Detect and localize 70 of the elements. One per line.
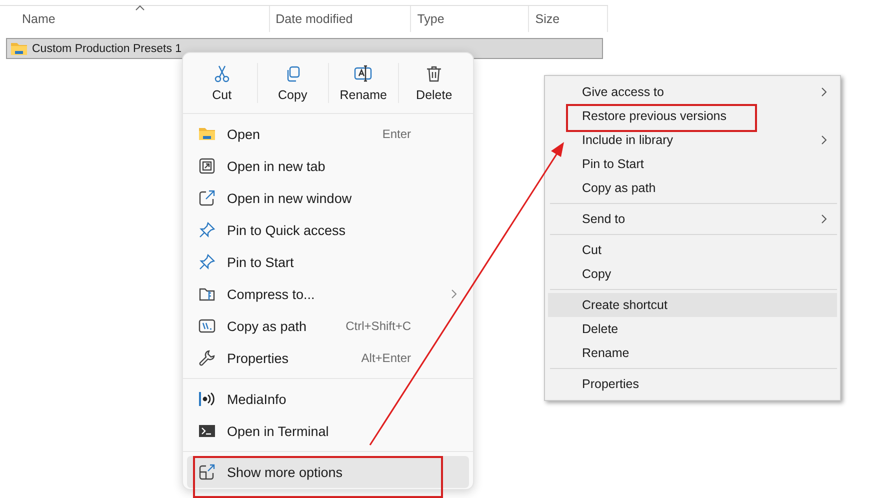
menu-item[interactable]: Open Enter [187,118,469,150]
wrench-icon [197,349,217,367]
menu-item-label: Copy as path [582,181,657,195]
menu-item-label: Include in library [582,133,674,147]
menu-item[interactable]: Cut [548,238,837,262]
menu-item[interactable]: Give access to [548,80,837,104]
menu-item-label: Properties [227,350,290,366]
menu-item-label: Pin to Start [582,157,645,171]
menu-item-label: Create shortcut [582,298,668,312]
pin-icon [197,253,217,271]
shortcut-label: Ctrl+Shift+C [346,319,411,333]
menu-item[interactable]: Compress to... [187,278,469,310]
menu-item-label: Restore previous versions [582,109,728,123]
delete-button[interactable]: Delete [399,63,469,103]
menu-item-label: Give access to [582,85,665,99]
menu-item[interactable]: Show more options [187,456,469,488]
menu-item-label: Rename [582,346,630,360]
menu-item[interactable]: Open in Terminal [187,415,469,447]
copy-path-icon [197,317,217,335]
menu-item[interactable]: Rename [548,341,837,365]
menu-item-label: Delete [582,322,620,336]
terminal-icon [197,423,217,439]
menu-item[interactable]: Properties Alt+Enter [187,342,469,374]
menu-item[interactable]: Copy [548,262,837,286]
new-window-icon [197,189,217,207]
menu-item-label: Open [227,126,262,142]
rename-icon [353,64,374,84]
menu-item-label: Cut [582,243,602,257]
menu-item[interactable]: Include in library [548,128,837,152]
menu-item-label: Properties [582,377,640,391]
shortcut-label: Enter [382,127,411,141]
file-name: Custom Production Presets 1 [32,42,182,54]
menu-item[interactable]: Copy as path Ctrl+Shift+C [187,310,469,342]
column-header[interactable]: Type [411,6,530,32]
menu-item-label: Open in new window [227,190,353,206]
menu-item[interactable]: Copy as path [548,176,837,200]
column-header[interactable]: Size [529,6,608,32]
menu-item-label: Send to [582,212,626,226]
menu-item[interactable]: Send to [548,207,837,231]
column-header[interactable]: Date modified [270,6,412,32]
menu-item[interactable]: Pin to Quick access [187,214,469,246]
rename-button[interactable]: Rename [328,63,400,103]
menu-item-label: Open in new tab [227,158,326,174]
menu-item-label: Compress to... [227,286,316,302]
menu-item[interactable]: Pin to Start [187,246,469,278]
media-icon [197,390,217,408]
pin-icon [197,221,217,239]
menu-item-label: Open in Terminal [227,424,330,438]
menu-item[interactable]: Create shortcut [548,293,837,317]
expand-icon [197,463,217,481]
cut-button[interactable]: Cut [187,63,258,103]
menu-item[interactable]: Open in new window [187,182,469,214]
menu-item[interactable]: Open in new tab [187,150,469,182]
menu-item-label: Show more options [227,464,344,480]
menu-item[interactable]: Restore previous versions [548,104,837,128]
shortcut-label: Alt+Enter [361,351,411,365]
copy-button[interactable]: Copy [258,63,328,103]
menu-item-label: Pin to Quick access [227,222,347,238]
menu-item-label: Pin to Start [227,254,295,270]
menu-item[interactable]: Properties [548,372,837,396]
menu-item[interactable]: Delete [548,317,837,341]
column-header[interactable]: Name [0,6,270,32]
folder-icon [10,40,28,56]
menu-item-label: MediaInfo [227,392,288,406]
menu-item-label: Copy [582,267,612,281]
folder-icon [197,126,217,142]
menu-item[interactable]: Pin to Start [548,152,837,176]
new-tab-icon [197,157,217,175]
menu-item-label: Copy as path [227,318,308,334]
menu-item[interactable]: MediaInfo [187,383,469,415]
